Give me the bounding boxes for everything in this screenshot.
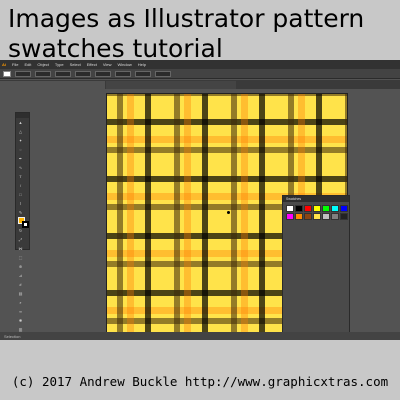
- shape-builder-icon[interactable]: ⊕: [18, 264, 23, 269]
- menu-view[interactable]: View: [103, 62, 112, 67]
- swatch-blue[interactable]: [340, 205, 348, 212]
- swatch-light-gray[interactable]: [322, 213, 330, 220]
- app-logo: Ai: [2, 62, 6, 67]
- credit-line: (c) 2017 Andrew Buckle http://www.graphi…: [11, 374, 389, 389]
- menu-file[interactable]: File: [12, 62, 18, 67]
- stroke-swatch[interactable]: [22, 221, 29, 228]
- fill-color-swatch[interactable]: [3, 70, 11, 77]
- illustrator-window: Ai File Edit Object Type Select Effect V…: [0, 60, 400, 340]
- swatch-green[interactable]: [322, 205, 330, 212]
- width-field[interactable]: [135, 70, 151, 77]
- menu-type[interactable]: Type: [55, 62, 64, 67]
- scale-icon[interactable]: ⤢: [18, 237, 23, 242]
- curvature-tool-icon[interactable]: ∿: [18, 165, 23, 170]
- menu-object[interactable]: Object: [37, 62, 49, 67]
- document-tab[interactable]: [106, 81, 236, 89]
- rectangle-tool-icon[interactable]: □: [18, 192, 23, 197]
- brush-field[interactable]: [35, 70, 51, 77]
- control-bar: [0, 69, 400, 79]
- status-tool-label: Selection: [4, 334, 21, 339]
- menu-bar: Ai File Edit Object Type Select Effect V…: [0, 60, 400, 69]
- menu-select[interactable]: Select: [70, 62, 81, 67]
- swatch-yellow[interactable]: [313, 205, 321, 212]
- selection-tool-icon[interactable]: ▲: [18, 120, 23, 125]
- menu-edit[interactable]: Edit: [24, 62, 31, 67]
- stroke-weight-field[interactable]: [15, 70, 31, 77]
- direct-selection-tool-icon[interactable]: △: [18, 129, 23, 134]
- swatch-pattern[interactable]: [313, 213, 321, 220]
- swatch-white[interactable]: [286, 205, 294, 212]
- tutorial-title: Images as Illustrator pattern swatches t…: [8, 4, 365, 63]
- swatch-red[interactable]: [304, 205, 312, 212]
- perspective-grid-icon[interactable]: ⊿: [18, 273, 23, 278]
- rotate-icon[interactable]: ↻: [18, 228, 23, 233]
- menu-effect[interactable]: Effect: [87, 62, 97, 67]
- status-bar: Selection: [0, 332, 400, 340]
- type-tool-icon[interactable]: T: [18, 174, 23, 179]
- mesh-tool-icon[interactable]: #: [18, 282, 23, 287]
- artboard-center-point: [227, 211, 230, 214]
- swatch-gray[interactable]: [331, 213, 339, 220]
- swatches-panel: Swatches ▦ ▣ + 🗑: [282, 195, 350, 340]
- symbol-sprayer-icon[interactable]: ✺: [18, 318, 23, 323]
- swatch-brown[interactable]: [304, 213, 312, 220]
- swatch-black[interactable]: [295, 205, 303, 212]
- line-tool-icon[interactable]: /: [18, 183, 23, 188]
- magic-wand-icon[interactable]: ✦: [18, 138, 23, 143]
- width-tool-icon[interactable]: ⋈: [18, 246, 23, 251]
- paintbrush-icon[interactable]: ⌇: [18, 201, 23, 206]
- swatch-orange[interactable]: [295, 213, 303, 220]
- opacity-field[interactable]: [75, 70, 91, 77]
- swatch-cyan[interactable]: [331, 205, 339, 212]
- document-tab-active[interactable]: [0, 81, 105, 89]
- swatch-magenta[interactable]: [286, 213, 294, 220]
- panel-grip[interactable]: [16, 113, 29, 118]
- height-field[interactable]: [155, 70, 171, 77]
- tools-panel: ▲ △ ✦ ◌ ✒ ∿ T / □ ⌇ ✎ ◫ ↻ ⤢ ⋈ ⬚ ⊕ ⊿ # ▤ …: [15, 112, 30, 340]
- menu-window[interactable]: Window: [117, 62, 131, 67]
- pencil-icon[interactable]: ✎: [18, 210, 23, 215]
- gradient-tool-icon[interactable]: ▤: [18, 291, 23, 296]
- eyedropper-icon[interactable]: ⌕: [18, 300, 23, 305]
- x-field[interactable]: [95, 70, 111, 77]
- lasso-icon[interactable]: ◌: [18, 147, 23, 152]
- swatch-grid: [283, 202, 349, 223]
- y-field[interactable]: [115, 70, 131, 77]
- free-transform-icon[interactable]: ⬚: [18, 255, 23, 260]
- document-tabs: [0, 80, 400, 89]
- style-field[interactable]: [55, 70, 71, 77]
- swatch-dark[interactable]: [340, 213, 348, 220]
- menu-help[interactable]: Help: [138, 62, 146, 67]
- blend-tool-icon[interactable]: ∞: [18, 309, 23, 314]
- pen-tool-icon[interactable]: ✒: [18, 156, 23, 161]
